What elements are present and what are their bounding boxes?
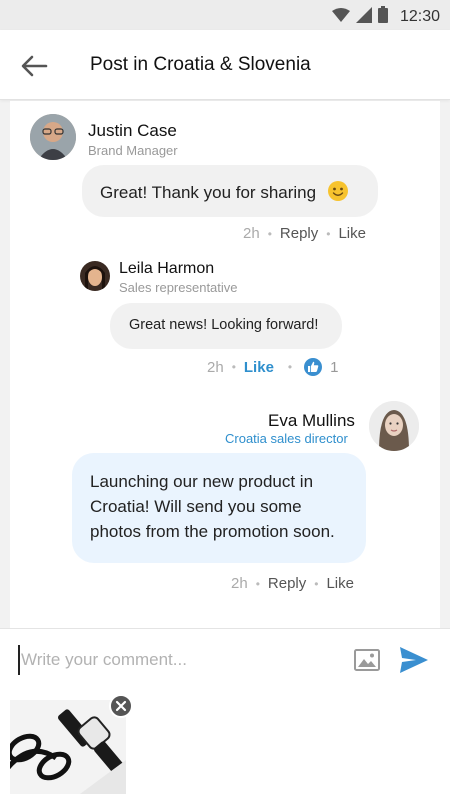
comment-input[interactable] xyxy=(21,643,341,677)
separator-dot: • xyxy=(314,576,319,591)
send-button[interactable] xyxy=(398,645,430,675)
commenter-role: Sales representative xyxy=(119,280,238,295)
separator-dot: • xyxy=(326,226,331,241)
comment-composer xyxy=(0,628,450,692)
reply-button[interactable]: Reply xyxy=(268,575,306,592)
comment-meta: 2h • Reply • Like xyxy=(231,575,354,592)
status-icons: 12:30 xyxy=(331,6,440,28)
smile-emoji-icon xyxy=(327,180,349,207)
attach-image-button[interactable] xyxy=(353,646,381,674)
send-icon xyxy=(400,647,428,673)
like-count: 1 xyxy=(330,358,339,376)
text-caret xyxy=(18,645,20,675)
status-bar: 12:30 xyxy=(0,0,450,30)
like-button[interactable]: Like xyxy=(244,359,274,376)
close-icon xyxy=(115,700,127,712)
comment-time: 2h xyxy=(243,225,260,242)
attachment-tray xyxy=(0,692,450,800)
commenter-name[interactable]: Eva Mullins xyxy=(268,411,355,431)
comment-time: 2h xyxy=(207,358,224,376)
separator-dot: • xyxy=(231,360,236,374)
comment-bubble: Launching our new product in Croatia! Wi… xyxy=(72,453,366,563)
image-icon xyxy=(354,649,380,671)
status-time: 12:30 xyxy=(399,8,440,25)
signal-icon xyxy=(355,6,372,28)
like-button[interactable]: Like xyxy=(338,225,366,242)
comment-meta: 2h • Like • 1 xyxy=(207,358,338,376)
comment-bubble: Great! Thank you for sharing xyxy=(82,165,378,217)
commenter-name[interactable]: Justin Case xyxy=(88,121,177,141)
comment-thread: Justin Case Brand Manager Great! Thank y… xyxy=(10,101,440,628)
comment-bubble: Great news! Looking forward! xyxy=(110,303,342,349)
remove-attachment-button[interactable] xyxy=(109,694,133,718)
separator-dot: • xyxy=(255,576,260,591)
separator-dot: • xyxy=(287,360,293,374)
avatar[interactable] xyxy=(30,114,76,160)
thumbs-up-icon xyxy=(304,358,323,376)
app-bar: Post in Croatia & Slovenia xyxy=(0,30,450,100)
avatar[interactable] xyxy=(369,401,419,451)
comment-text: Great! Thank you for sharing xyxy=(100,182,317,202)
comment-meta: 2h • Reply • Like xyxy=(243,225,366,242)
commenter-role: Brand Manager xyxy=(88,143,178,158)
like-button[interactable]: Like xyxy=(326,575,354,592)
comment-text: Great news! Looking forward! xyxy=(129,317,319,333)
commenter-name[interactable]: Leila Harmon xyxy=(119,260,214,278)
comment-time: 2h xyxy=(231,575,248,592)
commenter-role: Croatia sales director xyxy=(225,431,348,446)
page-title: Post in Croatia & Slovenia xyxy=(90,54,311,75)
back-button[interactable] xyxy=(18,50,50,82)
comment-text: Launching our new product in Croatia! Wi… xyxy=(90,472,335,541)
arrow-left-icon xyxy=(21,55,48,77)
avatar[interactable] xyxy=(80,261,110,291)
reply-button[interactable]: Reply xyxy=(280,225,318,242)
attachment-thumbnail[interactable] xyxy=(10,700,126,794)
separator-dot: • xyxy=(267,226,272,241)
wifi-icon xyxy=(331,7,350,27)
battery-icon xyxy=(377,6,388,28)
